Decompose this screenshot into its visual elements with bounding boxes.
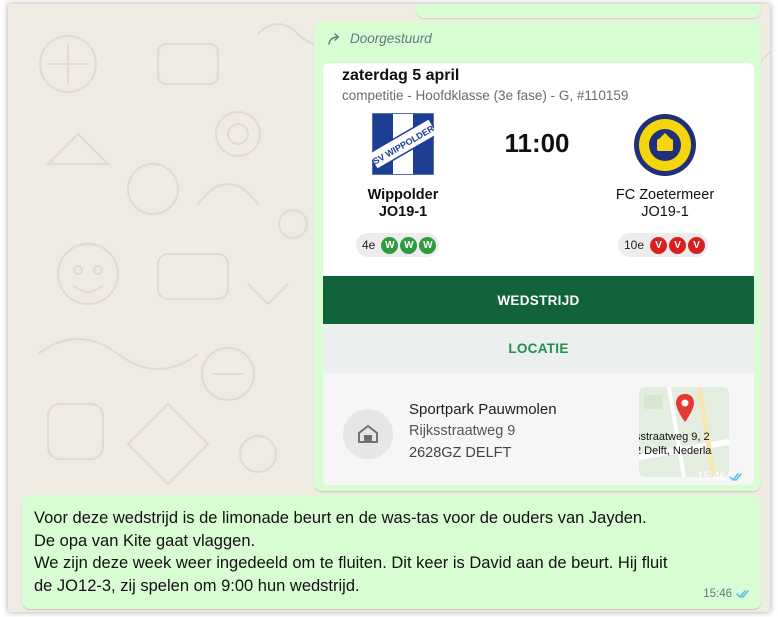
- message-line: We zijn deze week weer ingedeeld om te f…: [34, 554, 668, 572]
- message-line: Voor deze wedstrijd is de limonade beurt…: [34, 509, 647, 527]
- map-pin-icon: [676, 394, 694, 422]
- form-result: V: [669, 236, 687, 254]
- previous-message-bubble: [416, 4, 761, 18]
- away-rank: 10e: [624, 238, 645, 252]
- forwarded-label: Doorgestuurd: [350, 31, 432, 46]
- map-thumbnail[interactable]: sstraatweg 9, 2 2 Delft, Nederla: [639, 387, 729, 477]
- message1-time: 15:46: [697, 471, 726, 483]
- form-result: W: [400, 236, 418, 254]
- double-check-icon: [729, 473, 742, 481]
- map-address-line1: sstraatweg 9, 2: [639, 431, 710, 443]
- form-result: V: [650, 236, 668, 254]
- chat-area: Doorgestuurd zaterdag 5 april competitie…: [8, 4, 770, 612]
- location-button[interactable]: LOCATIE: [323, 324, 754, 373]
- match-date: zaterdag 5 april: [342, 67, 460, 84]
- home-club-crest: SV WIPPOLDER: [372, 113, 434, 175]
- venue-street: Rijksstraatweg 9: [409, 423, 516, 439]
- message2-meta: 15:46: [703, 588, 752, 600]
- away-team-club: FC Zoetermeer: [615, 187, 715, 203]
- home-team-name[interactable]: Wippolder JO19-1: [338, 187, 468, 221]
- away-club-crest: [634, 114, 696, 176]
- home-form-badge: 4e W W W: [356, 233, 440, 257]
- venue-section[interactable]: Sportpark Pauwmolen Rijksstraatweg 9 262…: [323, 373, 754, 485]
- match-card[interactable]: zaterdag 5 april competitie - Hoofdklass…: [323, 63, 754, 485]
- home-team-club: Wippolder: [367, 187, 439, 203]
- venue-name: Sportpark Pauwmolen: [409, 401, 557, 418]
- away-team-name[interactable]: FC Zoetermeer JO19-1: [600, 187, 730, 221]
- home-icon: [343, 409, 393, 459]
- forward-icon: [328, 32, 340, 45]
- message-line: de JO12-3, zij spelen om 9:00 hun wedstr…: [34, 576, 360, 595]
- form-result: V: [688, 236, 706, 254]
- home-rank: 4e: [362, 238, 376, 252]
- away-team-squad: JO19-1: [641, 204, 689, 220]
- message-line: De opa van Kite gaat vlaggen.: [34, 531, 256, 550]
- kickoff-time: 11:00: [504, 128, 570, 158]
- away-form-badge: 10e V V V: [618, 233, 709, 257]
- message1-meta: 15:46: [697, 471, 745, 483]
- message-text: Voor deze wedstrijd is de limonade beurt…: [34, 507, 754, 597]
- form-result: W: [381, 236, 399, 254]
- competition-label: competitie - Hoofdklasse (3e fase) - G, …: [342, 88, 629, 103]
- form-result: W: [419, 236, 437, 254]
- forwarded-message-bubble[interactable]: Doorgestuurd zaterdag 5 april competitie…: [314, 21, 761, 491]
- home-team-squad: JO19-1: [378, 204, 428, 220]
- match-details-button[interactable]: WEDSTRIJD: [323, 276, 754, 324]
- forwarded-header: Doorgestuurd: [328, 31, 432, 46]
- text-message-bubble[interactable]: Voor deze wedstrijd is de limonade beurt…: [22, 495, 761, 609]
- map-address-line2: 2 Delft, Nederla: [639, 445, 712, 457]
- venue-zip-city: 2628GZ DELFT: [409, 445, 512, 461]
- double-check-icon: [736, 590, 749, 598]
- message2-time: 15:46: [703, 588, 732, 600]
